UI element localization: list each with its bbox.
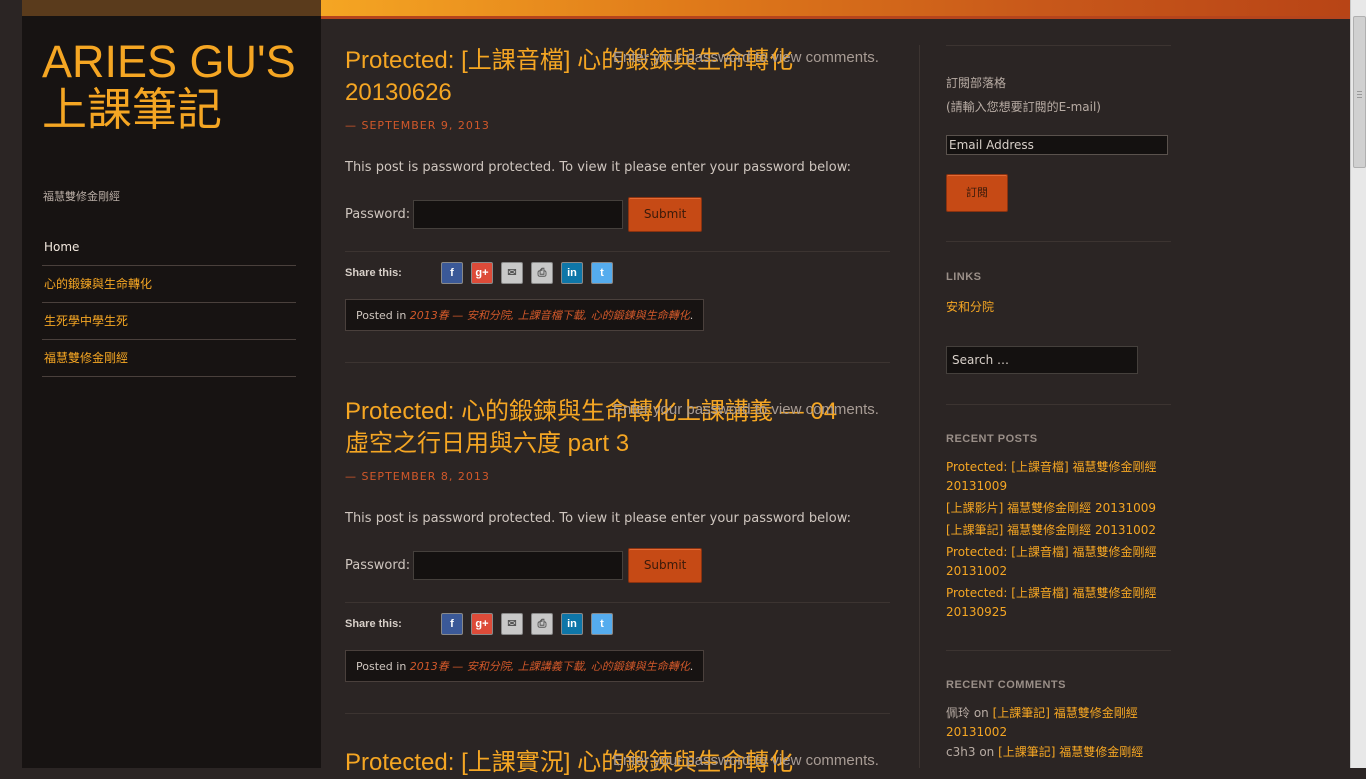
nav-item-diamond-sutra[interactable]: 福慧雙修金剛經 [42,340,296,377]
category-links[interactable]: 2013春 — 安和分院, 上課講義下載, 心的鍛鍊與生命轉化 [410,660,690,673]
protected-message: This post is password protected. To view… [345,160,851,175]
recent-comments-title: RECENT COMMENTS [946,679,1066,691]
password-input[interactable] [413,551,624,580]
post-categories: Posted in 2013春 — 安和分院, 上課講義下載, 心的鍛鍊與生命轉… [345,650,705,682]
print-icon[interactable]: ⎙ [531,262,553,284]
subscribe-widget: 訂閱部落格 (請輸入您想要訂閱的E-mail) Email Address 訂閱 [946,71,1171,212]
post-divider [345,713,890,714]
recent-comment-item: 佩玲 on [上課筆記] 福慧雙修金剛經 20131002 [946,704,1171,742]
widget-divider [946,45,1171,46]
subscribe-instruction: (請輸入您想要訂閱的E-mail) [946,100,1101,114]
password-input[interactable] [413,200,624,229]
header-bar-left [22,0,321,16]
category-links[interactable]: 2013春 — 安和分院, 上課音檔下載, 心的鍛鍊與生命轉化 [410,309,690,322]
links-widget: LINKS 安和分院 [946,271,1171,315]
post-entry: Protected: [上課音檔] 心的鍛鍊與生命轉化 20130626 Ent… [345,45,890,331]
comment-on: on [979,745,995,759]
widget-divider [946,404,1171,405]
recent-post-item[interactable]: [上課影片] 福慧雙修金剛經 20131009 [946,499,1171,518]
page-gutter [0,0,22,768]
subscribe-button[interactable]: 訂閱 [946,174,1008,212]
email-icon[interactable]: ✉ [501,262,523,284]
password-form: Password: Submit [345,197,890,232]
comment-author: c3h3 [946,745,976,759]
submit-button[interactable]: Submit [628,197,703,232]
recent-posts-title: RECENT POSTS [946,433,1038,445]
link-item[interactable]: 安和分院 [946,298,1171,315]
recent-post-item[interactable]: Protected: [上課音檔] 福慧雙修金剛經 20131009 [946,458,1171,496]
header-gradient-bar [321,0,1350,16]
links-title: LINKS [946,271,982,283]
password-form: Password: Submit [345,548,890,583]
page-scrollbar[interactable] [1350,0,1366,768]
recent-comments-widget: RECENT COMMENTS 佩玲 on [上課筆記] 福慧雙修金剛經 201… [946,679,1171,763]
site-title[interactable]: ARIES GU'S 上課筆記 [42,38,302,134]
comment-post-link[interactable]: [上課筆記] 福慧雙修金剛經 [998,745,1143,759]
posted-in-label: Posted in [356,660,407,673]
comment-author: 佩玲 [946,706,971,720]
recent-posts-list: Protected: [上課音檔] 福慧雙修金剛經 20131009 [上課影片… [946,458,1171,622]
post-date[interactable]: — SEPTEMBER 8, 2013 [345,470,890,483]
recent-posts-widget: RECENT POSTS Protected: [上課音檔] 福慧雙修金剛經 2… [946,433,1171,625]
widget-divider [946,241,1171,242]
recent-post-item[interactable]: Protected: [上課音檔] 福慧雙修金剛經 20131002 [946,543,1171,581]
twitter-icon[interactable]: t [591,613,613,635]
comments-link[interactable]: Enter your password to view comments. [613,49,879,66]
subscribe-title: 訂閱部落格 [946,76,1007,90]
print-icon[interactable]: ⎙ [531,613,553,635]
comment-on: on [973,706,989,720]
recent-post-item[interactable]: Protected: [上課音檔] 福慧雙修金剛經 20130925 [946,584,1171,622]
nav-item-home[interactable]: Home [42,229,296,266]
submit-button[interactable]: Submit [628,548,703,583]
categories-end: . [689,309,694,322]
site-description: 福慧雙修金剛經 [43,190,120,203]
main-content: Protected: [上課音檔] 心的鍛鍊與生命轉化 20130626 Ent… [321,19,919,776]
share-label: Share this: [345,267,402,279]
recent-comment-item: c3h3 on [上課筆記] 福慧雙修金剛經 [946,743,1171,762]
post-divider [345,362,890,363]
widget-divider [946,650,1171,651]
share-bar: Share this: f g+ ✉ ⎙ in t [345,602,890,636]
right-sidebar-divider [919,45,920,768]
twitter-icon[interactable]: t [591,262,613,284]
facebook-icon[interactable]: f [441,262,463,284]
protected-message: This post is password protected. To view… [345,511,851,526]
linkedin-icon[interactable]: in [561,262,583,284]
google-plus-icon[interactable]: g+ [471,262,493,284]
post-entry: Protected: 心的鍛鍊與生命轉化上課講義 — 04 虛空之行日用與六度 … [345,396,890,682]
share-label: Share this: [345,618,402,630]
google-plus-icon[interactable]: g+ [471,613,493,635]
search-input[interactable]: Search … [946,346,1138,374]
email-icon[interactable]: ✉ [501,613,523,635]
post-entry: Protected: [上課實況] 心的鍛鍊與生命轉化 Enter your p… [345,747,890,779]
post-date[interactable]: — SEPTEMBER 9, 2013 [345,119,890,132]
categories-end: . [689,660,694,673]
nav-item-mind-training[interactable]: 心的鍛鍊與生命轉化 [42,266,296,303]
grip-icon [1357,91,1362,92]
comments-link[interactable]: Enter your password to view comments. [613,401,879,418]
facebook-icon[interactable]: f [441,613,463,635]
email-input[interactable]: Email Address [946,135,1168,155]
share-bar: Share this: f g+ ✉ ⎙ in t [345,251,890,285]
scrollbar-thumb[interactable] [1353,16,1366,168]
recent-comments-list: 佩玲 on [上課筆記] 福慧雙修金剛經 20131002 c3h3 on [上… [946,704,1171,762]
main-nav: Home 心的鍛鍊與生命轉化 生死學中學生死 福慧雙修金剛經 [42,229,296,377]
comments-link[interactable]: Enter your password to view comments. [613,752,879,769]
password-label: Password: [345,558,411,573]
search-widget: Search … [946,346,1171,374]
post-categories: Posted in 2013春 — 安和分院, 上課音檔下載, 心的鍛鍊與生命轉… [345,299,705,331]
nav-item-life-death[interactable]: 生死學中學生死 [42,303,296,340]
linkedin-icon[interactable]: in [561,613,583,635]
password-label: Password: [345,207,411,222]
recent-post-item[interactable]: [上課筆記] 福慧雙修金剛經 20131002 [946,521,1171,540]
posted-in-label: Posted in [356,309,407,322]
